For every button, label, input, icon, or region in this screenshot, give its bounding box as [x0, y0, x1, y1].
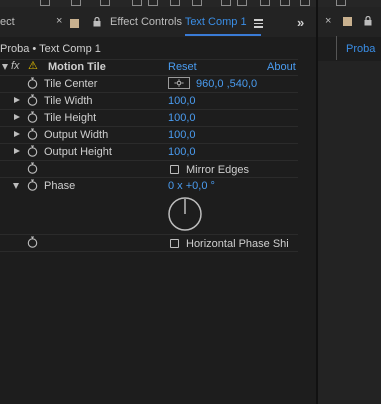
- effect-name: Motion Tile: [48, 61, 106, 73]
- mirror-edges-checkbox[interactable]: [170, 165, 179, 174]
- stopwatch-icon[interactable]: [27, 94, 38, 106]
- output-width-value[interactable]: 100,0: [168, 129, 196, 141]
- toolbar-tool-icon[interactable]: [100, 0, 110, 6]
- active-tab-indicator: [185, 34, 261, 36]
- disclosure-triangle-icon[interactable]: [14, 114, 20, 120]
- disclosure-triangle-icon[interactable]: [14, 148, 20, 154]
- point-control-icon[interactable]: [168, 77, 190, 89]
- property-label: Output Height: [44, 146, 112, 158]
- divider: [0, 234, 298, 235]
- toolbar-tool-icon[interactable]: [300, 0, 310, 6]
- toolbar-tool-icon[interactable]: [192, 0, 202, 6]
- toolbar-tool-icon[interactable]: [237, 0, 247, 6]
- divider: [0, 59, 298, 60]
- tile-width-value[interactable]: 100,0: [168, 95, 196, 107]
- toolbar-tool-icon[interactable]: [40, 0, 50, 6]
- divider: [336, 36, 337, 60]
- stopwatch-icon[interactable]: [27, 236, 38, 248]
- property-label: Tile Height: [44, 112, 97, 124]
- horizontal-phase-shift-checkbox[interactable]: [170, 239, 179, 248]
- angle-dial-icon[interactable]: [166, 195, 204, 233]
- disclosure-triangle-icon[interactable]: [13, 183, 19, 189]
- tab-effect-controls-prefix: Effect Controls: [110, 16, 182, 28]
- property-label: Tile Center: [44, 78, 98, 90]
- expand-panels-icon[interactable]: »: [297, 15, 304, 30]
- tab-project-label[interactable]: ect: [0, 16, 15, 28]
- top-toolbar: [0, 0, 381, 7]
- tile-height-value[interactable]: 100,0: [168, 112, 196, 124]
- tab-effect-controls[interactable]: Effect Controls Text Comp 1: [110, 16, 247, 28]
- tab-effect-controls-comp: Text Comp 1: [184, 16, 247, 28]
- toolbar-tool-icon[interactable]: [336, 0, 346, 6]
- tile-center-value[interactable]: 960,0 ,540,0: [196, 78, 257, 90]
- divider: [0, 143, 298, 144]
- divider: [0, 75, 298, 76]
- stopwatch-icon[interactable]: [27, 128, 38, 140]
- toolbar-tool-icon[interactable]: [280, 0, 290, 6]
- reset-button[interactable]: Reset: [168, 61, 197, 73]
- disclosure-triangle-icon[interactable]: [14, 131, 20, 137]
- right-panel: [318, 7, 381, 404]
- stopwatch-icon[interactable]: [27, 111, 38, 123]
- toolbar-tool-icon[interactable]: [71, 0, 81, 6]
- horizontal-phase-shift-label: Horizontal Phase Shi: [186, 238, 289, 250]
- property-label: Tile Width: [44, 95, 93, 107]
- tab-composition-proba[interactable]: Proba: [346, 43, 375, 55]
- breadcrumb: Proba • Text Comp 1: [0, 43, 101, 55]
- close-icon[interactable]: ×: [56, 15, 62, 27]
- close-icon[interactable]: ×: [325, 15, 331, 27]
- divider: [0, 126, 298, 127]
- divider: [0, 109, 298, 110]
- divider: [0, 177, 298, 178]
- color-swatch-icon: [70, 19, 79, 28]
- toolbar-tool-icon[interactable]: [260, 0, 270, 6]
- phase-value[interactable]: 0 x +0,0 °: [168, 180, 215, 192]
- about-button[interactable]: About: [267, 61, 296, 73]
- disclosure-triangle-icon[interactable]: [2, 64, 8, 70]
- property-label: Output Width: [44, 129, 109, 141]
- disclosure-triangle-icon[interactable]: [14, 97, 20, 103]
- output-height-value[interactable]: 100,0: [168, 146, 196, 158]
- divider: [0, 92, 298, 93]
- panel-menu-icon[interactable]: [254, 19, 263, 28]
- warning-icon: ⚠: [28, 60, 38, 72]
- fx-icon[interactable]: fx: [11, 60, 20, 72]
- mirror-edges-label: Mirror Edges: [186, 164, 249, 176]
- divider: [0, 160, 298, 161]
- divider: [0, 251, 298, 252]
- stopwatch-icon[interactable]: [27, 179, 38, 191]
- toolbar-tool-icon[interactable]: [170, 0, 180, 6]
- lock-icon[interactable]: [93, 17, 101, 27]
- toolbar-tool-icon[interactable]: [221, 0, 231, 6]
- color-swatch-icon: [343, 17, 352, 26]
- toolbar-tool-icon[interactable]: [132, 0, 142, 6]
- stopwatch-icon[interactable]: [27, 162, 38, 174]
- toolbar-tool-icon[interactable]: [148, 0, 158, 6]
- lock-icon[interactable]: [364, 16, 372, 26]
- stopwatch-icon[interactable]: [27, 77, 38, 89]
- property-label: Phase: [44, 180, 76, 192]
- stopwatch-icon[interactable]: [27, 145, 38, 157]
